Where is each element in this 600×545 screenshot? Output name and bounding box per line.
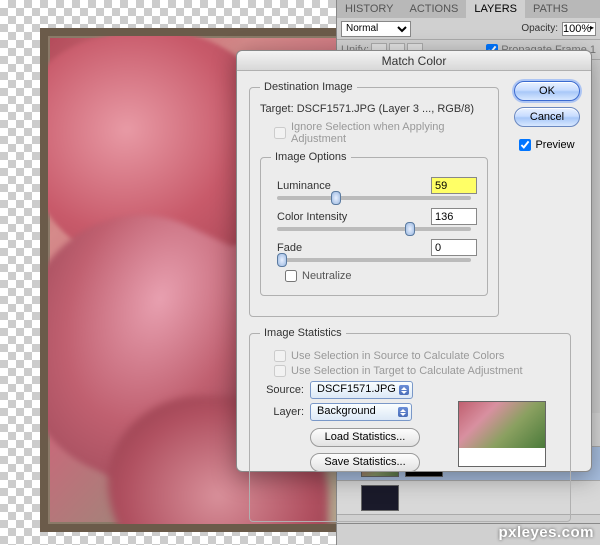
tab-actions[interactable]: ACTIONS — [402, 0, 467, 18]
neutralize-checkbox[interactable] — [285, 270, 297, 282]
layer-select[interactable]: Background — [310, 403, 412, 421]
fade-label: Fade — [271, 242, 381, 254]
use-source-label: Use Selection in Source to Calculate Col… — [291, 350, 504, 362]
target-label: Target: — [260, 103, 294, 115]
neutralize-label: Neutralize — [302, 270, 352, 282]
source-label: Source: — [260, 384, 304, 396]
color-intensity-label: Color Intensity — [271, 211, 381, 223]
ok-button[interactable]: OK — [514, 81, 580, 101]
match-color-dialog: Match Color OK Cancel Preview Destinatio… — [236, 50, 592, 472]
destination-legend: Destination Image — [260, 81, 357, 93]
opacity-label: Opacity: — [521, 23, 558, 34]
watermark: pxleyes.com — [498, 524, 594, 541]
color-intensity-slider[interactable] — [277, 227, 471, 231]
use-target-label: Use Selection in Target to Calculate Adj… — [291, 365, 523, 377]
fade-input[interactable] — [431, 239, 477, 256]
panel-tabs: HISTORY ACTIONS LAYERS PATHS — [337, 0, 600, 18]
color-intensity-input[interactable] — [431, 208, 477, 225]
image-options-group: Image Options Luminance Color Intensity … — [260, 151, 488, 296]
statistics-preview — [458, 401, 546, 467]
ignore-selection-checkbox — [274, 127, 286, 139]
fade-slider[interactable] — [277, 258, 471, 262]
image-statistics-group: Image Statistics Use Selection in Source… — [249, 327, 571, 522]
destination-image-group: Destination Image Target: DSCF1571.JPG (… — [249, 81, 499, 317]
use-target-checkbox — [274, 365, 286, 377]
tab-paths[interactable]: PATHS — [525, 0, 576, 18]
tab-layers[interactable]: LAYERS — [466, 0, 525, 18]
luminance-input[interactable] — [431, 177, 477, 194]
ignore-selection-label: Ignore Selection when Applying Adjustmen… — [291, 121, 488, 145]
use-source-checkbox — [274, 350, 286, 362]
statistics-legend: Image Statistics — [260, 327, 346, 339]
load-statistics-button[interactable]: Load Statistics... — [310, 428, 420, 447]
image-options-legend: Image Options — [271, 151, 351, 163]
preview-label: Preview — [535, 139, 574, 151]
source-select[interactable]: DSCF1571.JPG — [310, 381, 413, 399]
preview-image — [459, 402, 545, 448]
preview-checkbox[interactable] — [519, 139, 531, 151]
target-value: DSCF1571.JPG (Layer 3 ..., RGB/8) — [297, 103, 474, 115]
luminance-slider[interactable] — [277, 196, 471, 200]
luminance-label: Luminance — [271, 180, 381, 192]
save-statistics-button[interactable]: Save Statistics... — [310, 453, 420, 472]
cancel-button[interactable]: Cancel — [514, 107, 580, 127]
layer-label: Layer: — [260, 406, 304, 418]
tab-history[interactable]: HISTORY — [337, 0, 402, 18]
opacity-value[interactable]: 100% — [562, 22, 596, 36]
blend-mode-select[interactable]: Normal — [341, 21, 411, 37]
dialog-title: Match Color — [237, 51, 591, 71]
